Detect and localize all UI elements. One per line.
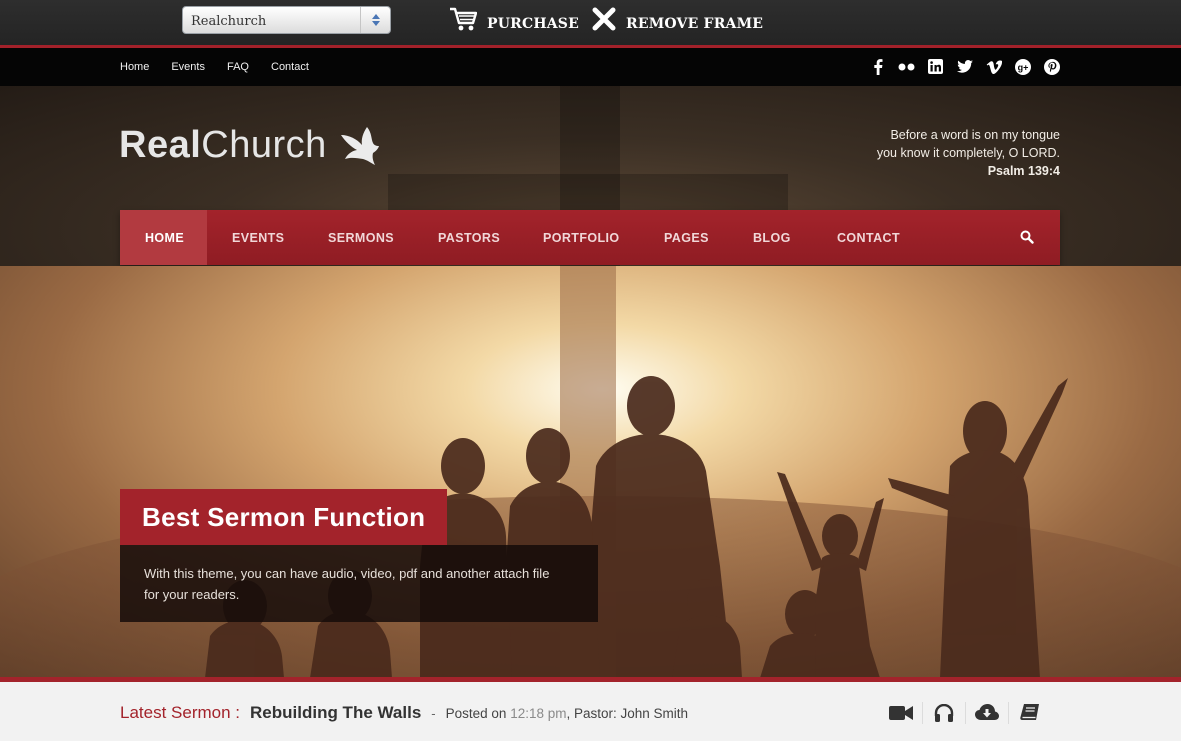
top-nav-events[interactable]: Events <box>171 61 205 73</box>
main-nav-pastors[interactable]: PASTORS <box>438 210 500 265</box>
theme-select[interactable]: Realchurch <box>182 6 391 34</box>
hero-caption-line-2: for your readers. <box>144 587 240 602</box>
latest-sermon-meta: Posted on 12:18 pm, Pastor: John Smith <box>446 706 688 721</box>
dove-icon <box>340 126 379 165</box>
purchase-button[interactable]: PURCHASE <box>449 6 579 32</box>
verse-line-2: you know it completely, O LORD. <box>876 146 1060 160</box>
facebook-icon[interactable] <box>869 58 886 75</box>
select-arrows-icon <box>360 7 390 33</box>
hero-caption-body: With this theme, you can have audio, vid… <box>120 545 598 622</box>
main-nav-home[interactable]: HOME <box>120 210 207 265</box>
vimeo-icon[interactable] <box>985 58 1002 75</box>
cart-icon <box>450 7 477 31</box>
audio-icon[interactable] <box>922 702 965 724</box>
remove-frame-label: REMOVE FRAME <box>626 16 764 32</box>
top-nav: Home Events FAQ Contact g+ <box>0 48 1181 86</box>
main-nav-pages[interactable]: PAGES <box>664 210 709 265</box>
main-nav-blog[interactable]: BLOG <box>753 210 791 265</box>
posted-on-label: Posted on <box>445 706 507 721</box>
close-icon <box>592 7 616 31</box>
latest-sermon: Latest Sermon : Rebuilding The Walls - P… <box>120 703 688 723</box>
top-nav-home[interactable]: Home <box>120 61 149 73</box>
search-icon[interactable] <box>1020 230 1034 249</box>
main-nav-sermons[interactable]: SERMONS <box>328 210 394 265</box>
header-verse: Before a word is on my tongue you know i… <box>877 126 1060 180</box>
video-icon[interactable] <box>879 702 922 724</box>
twitter-icon[interactable] <box>956 58 973 75</box>
remove-frame-button[interactable]: REMOVE FRAME <box>592 6 763 32</box>
posted-time: 12:18 pm <box>510 706 567 721</box>
download-icon[interactable] <box>965 702 1008 724</box>
main-nav-events[interactable]: EVENTS <box>232 210 284 265</box>
site-logo[interactable]: Real Church <box>119 124 381 167</box>
purchase-label: PURCHASE <box>487 16 579 32</box>
pinterest-icon[interactable] <box>1043 58 1060 75</box>
cross-background-bar <box>388 174 788 214</box>
top-nav-faq[interactable]: FAQ <box>227 61 249 73</box>
latest-sermon-label: Latest Sermon : <box>120 703 241 722</box>
main-nav-contact[interactable]: CONTACT <box>837 210 900 265</box>
top-nav-contact[interactable]: Contact <box>271 61 309 73</box>
linkedin-icon[interactable] <box>927 58 944 75</box>
flickr-icon[interactable] <box>898 58 915 75</box>
latest-sermon-separator: - <box>431 706 436 721</box>
latest-sermon-bar: Latest Sermon : Rebuilding The Walls - P… <box>0 682 1181 741</box>
top-nav-links: Home Events FAQ Contact <box>120 61 309 73</box>
book-icon[interactable] <box>1008 702 1051 724</box>
main-nav-portfolio[interactable]: PORTFOLIO <box>543 210 620 265</box>
google-plus-icon[interactable]: g+ <box>1014 58 1031 75</box>
main-nav: HOME EVENTS SERMONS PASTORS PORTFOLIO PA… <box>120 210 1060 265</box>
latest-sermon-title[interactable]: Rebuilding The Walls <box>250 703 421 723</box>
verse-reference: Psalm 139:4 <box>987 164 1060 178</box>
hero-caption-line-1: With this theme, you can have audio, vid… <box>144 566 550 581</box>
pastor-name: , Pastor: John Smith <box>566 706 689 721</box>
logo-real: Real <box>119 124 202 166</box>
preview-frame-bar: Realchurch PURCHASE REMOVE FRAME <box>0 0 1181 48</box>
sermon-actions <box>879 702 1051 724</box>
svg-text:g+: g+ <box>1017 62 1028 72</box>
hero-caption-title: Best Sermon Function <box>120 489 448 545</box>
logo-church: Church <box>201 124 327 166</box>
theme-select-value: Realchurch <box>191 14 267 29</box>
verse-line-1: Before a word is on my tongue <box>890 128 1060 142</box>
social-links: g+ <box>869 58 1060 75</box>
